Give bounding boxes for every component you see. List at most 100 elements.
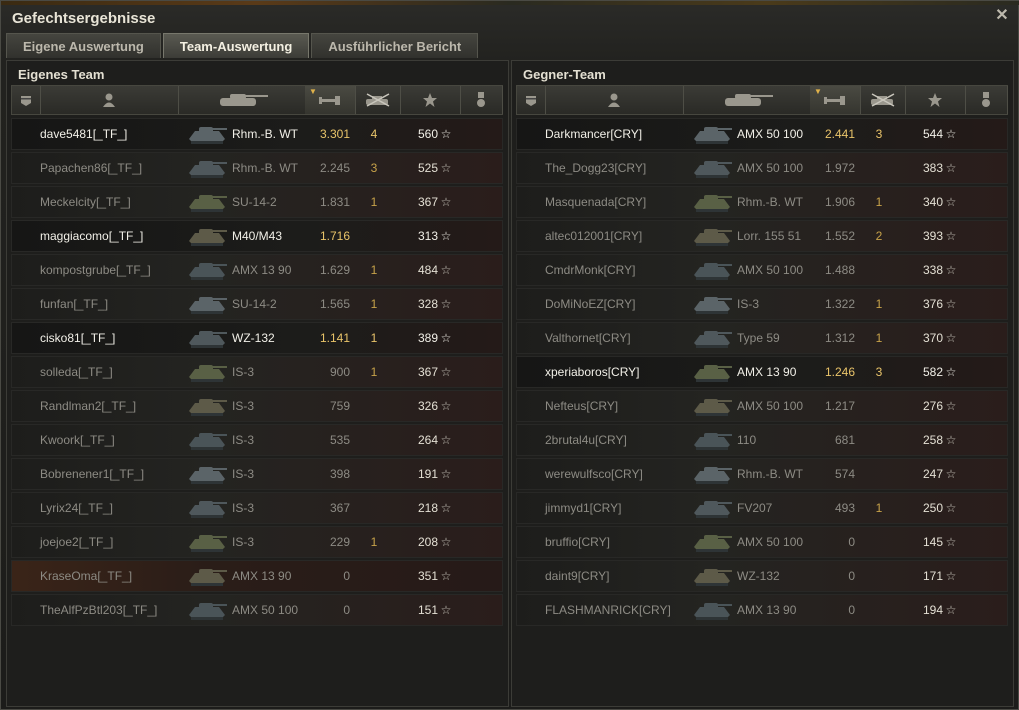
header-platoon-icon[interactable] xyxy=(12,86,41,114)
player-row[interactable]: TheAlfPzBtl203[_TF_] AMX 50 100 0 151 ☆ xyxy=(11,594,503,626)
player-row[interactable]: daint9[CRY] WZ-132 0 171 ☆ xyxy=(516,560,1008,592)
experience-value: 383 xyxy=(922,161,943,175)
star-icon: ☆ xyxy=(440,195,452,209)
tab-own-evaluation[interactable]: Eigene Auswertung xyxy=(6,33,161,58)
player-row[interactable]: Lyrix24[_TF_] IS-3 367 218 ☆ xyxy=(11,492,503,524)
player-row[interactable]: Bobrenener1[_TF_] IS-3 398 191 ☆ xyxy=(11,458,503,490)
player-row[interactable]: altec012001[CRY] Lorr. 155 51 1.552 2 393 ☆ xyxy=(516,220,1008,252)
player-row[interactable]: DoMiNoEZ[CRY] IS-3 1.322 1 376 ☆ xyxy=(516,288,1008,320)
player-name: joejoe2[_TF_] xyxy=(40,535,114,549)
star-icon: ☆ xyxy=(945,331,957,345)
vehicle-name: AMX 50 100 xyxy=(737,535,804,549)
damage-value: 0 xyxy=(343,569,350,583)
close-icon[interactable]: ✕ xyxy=(994,8,1010,24)
damage-value: 367 xyxy=(329,501,350,515)
player-name: kompostgrube[_TF_] xyxy=(40,263,151,277)
player-name: Randlman2[_TF_] xyxy=(40,399,137,413)
player-name: Darkmancer[CRY] xyxy=(545,127,643,141)
player-row[interactable]: cisko81[_TF_] WZ-132 1.141 1 389 ☆ xyxy=(11,322,503,354)
player-name: jimmyd1[CRY] xyxy=(545,501,622,515)
header-experience-star-icon[interactable] xyxy=(905,86,966,114)
kills-value xyxy=(367,493,381,523)
player-name: FLASHMANRICK[CRY] xyxy=(545,603,671,617)
tank-icon xyxy=(185,563,229,589)
damage-value: 229 xyxy=(329,535,350,549)
player-row[interactable]: CmdrMonk[CRY] AMX 50 100 1.488 338 ☆ xyxy=(516,254,1008,286)
player-row[interactable]: Papachen86[_TF_] Rhm.-B. WT 2.245 3 525 ☆ xyxy=(11,152,503,184)
player-row[interactable]: Darkmancer[CRY] AMX 50 100 2.441 3 544 ☆ xyxy=(516,118,1008,150)
tank-icon xyxy=(185,291,229,317)
experience-value: 484 xyxy=(417,263,438,277)
tank-icon xyxy=(690,189,734,215)
player-row[interactable]: jimmyd1[CRY] FV207 493 1 250 ☆ xyxy=(516,492,1008,524)
player-name: KraseOma[_TF_] xyxy=(40,569,133,583)
player-name: Nefteus[CRY] xyxy=(545,399,619,413)
tab-team-evaluation[interactable]: Team-Auswertung xyxy=(162,33,310,58)
player-row[interactable]: maggiacomo[_TF_] M40/M43 1.716 313 ☆ xyxy=(11,220,503,252)
kills-value xyxy=(367,221,381,251)
star-icon: ☆ xyxy=(440,467,452,481)
header-tank-icon[interactable] xyxy=(683,86,811,114)
experience-value: 326 xyxy=(417,399,438,413)
player-row[interactable]: Kwoork[_TF_] IS-3 535 264 ☆ xyxy=(11,424,503,456)
header-kills-icon[interactable] xyxy=(860,86,906,114)
tank-icon xyxy=(185,393,229,419)
vehicle-name: AMX 13 90 xyxy=(737,603,797,617)
header-tank-icon[interactable] xyxy=(178,86,306,114)
player-row[interactable]: bruffio[CRY] AMX 50 100 0 145 ☆ xyxy=(516,526,1008,558)
experience-value: 194 xyxy=(922,603,943,617)
damage-value: 900 xyxy=(329,365,350,379)
header-kills-icon[interactable] xyxy=(355,86,401,114)
player-row[interactable]: joejoe2[_TF_] IS-3 229 1 208 ☆ xyxy=(11,526,503,558)
experience-value: 525 xyxy=(417,161,438,175)
header-player-icon[interactable] xyxy=(545,86,684,114)
star-icon: ☆ xyxy=(440,501,452,515)
player-row[interactable]: Randlman2[_TF_] IS-3 759 326 ☆ xyxy=(11,390,503,422)
tank-icon xyxy=(185,325,229,351)
header-experience-star-icon[interactable] xyxy=(400,86,461,114)
kills-value xyxy=(872,425,886,455)
player-row[interactable]: xperiaboros[CRY] AMX 13 90 1.246 3 582 ☆ xyxy=(516,356,1008,388)
own-team-rows: dave5481[_TF_] Rhm.-B. WT 3.301 4 560 ☆ Papach… xyxy=(11,118,503,628)
star-icon: ☆ xyxy=(945,229,957,243)
player-row[interactable]: Nefteus[CRY] AMX 50 100 1.217 276 ☆ xyxy=(516,390,1008,422)
kills-value: 1 xyxy=(875,331,883,345)
vehicle-name: SU-14-2 xyxy=(232,195,277,209)
experience-value: 218 xyxy=(417,501,438,515)
damage-value: 0 xyxy=(343,603,350,617)
tab-detailed-report[interactable]: Ausführlicher Bericht xyxy=(311,33,479,58)
player-row[interactable]: FLASHMANRICK[CRY] AMX 13 90 0 194 ☆ xyxy=(516,594,1008,626)
player-row[interactable]: Meckelcity[_TF_] SU-14-2 1.831 1 367 ☆ xyxy=(11,186,503,218)
kills-value: 3 xyxy=(875,365,883,379)
header-medal-icon[interactable] xyxy=(460,86,503,114)
header-platoon-icon[interactable] xyxy=(517,86,546,114)
player-name: cisko81[_TF_] xyxy=(40,331,116,345)
vehicle-name: AMX 50 100 xyxy=(737,263,804,277)
vehicle-name: Type 59 xyxy=(737,331,780,345)
player-row[interactable]: 2brutal4u[CRY] 110 681 258 ☆ xyxy=(516,424,1008,456)
kills-value xyxy=(872,561,886,591)
experience-value: 544 xyxy=(922,127,943,141)
player-row[interactable]: The_Dogg23[CRY] AMX 50 100 1.972 383 ☆ xyxy=(516,152,1008,184)
header-player-icon[interactable] xyxy=(40,86,179,114)
player-row[interactable]: kompostgrube[_TF_] AMX 13 90 1.629 1 484 ☆ xyxy=(11,254,503,286)
player-row[interactable]: werewulfsco[CRY] Rhm.-B. WT 574 247 ☆ xyxy=(516,458,1008,490)
player-row[interactable]: solleda[_TF_] IS-3 900 1 367 ☆ xyxy=(11,356,503,388)
experience-value: 276 xyxy=(922,399,943,413)
header-damage-icon[interactable]: ▼ xyxy=(305,86,356,114)
player-row[interactable]: Masquenada[CRY] Rhm.-B. WT 1.906 1 340 ☆ xyxy=(516,186,1008,218)
vehicle-name: AMX 50 100 xyxy=(737,399,804,413)
damage-value: 759 xyxy=(329,399,350,413)
player-row[interactable]: funfan[_TF_] SU-14-2 1.565 1 328 ☆ xyxy=(11,288,503,320)
player-row[interactable]: KraseOma[_TF_] AMX 13 90 0 351 ☆ xyxy=(11,560,503,592)
kills-value: 2 xyxy=(875,229,883,243)
vehicle-name: IS-3 xyxy=(232,399,255,413)
vehicle-name: IS-3 xyxy=(232,501,255,515)
player-name: solleda[_TF_] xyxy=(40,365,113,379)
header-damage-icon[interactable]: ▼ xyxy=(810,86,861,114)
experience-value: 264 xyxy=(417,433,438,447)
player-row[interactable]: dave5481[_TF_] Rhm.-B. WT 3.301 4 560 ☆ xyxy=(11,118,503,150)
player-row[interactable]: Valthornet[CRY] Type 59 1.312 1 370 ☆ xyxy=(516,322,1008,354)
header-medal-icon[interactable] xyxy=(965,86,1008,114)
player-name: Meckelcity[_TF_] xyxy=(40,195,131,209)
